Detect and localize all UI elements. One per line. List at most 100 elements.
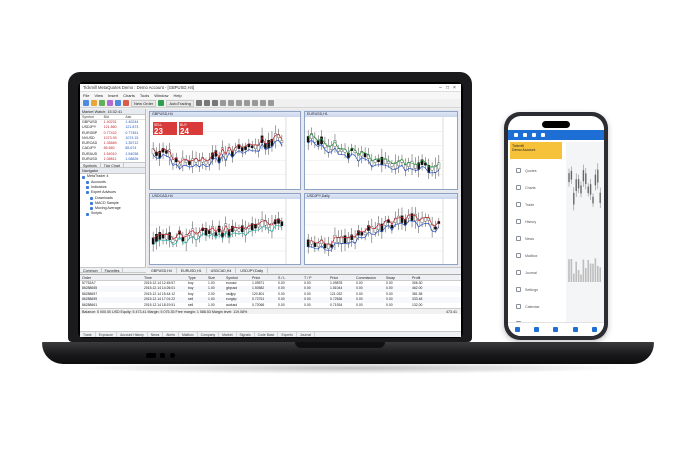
edit-icon[interactable] [532, 133, 536, 137]
menu-icon[interactable] [514, 133, 518, 137]
menu-tools[interactable]: Tools [140, 93, 149, 98]
metaeditor-icon[interactable] [158, 100, 165, 106]
chart-icon[interactable] [541, 133, 545, 137]
terminal-tab[interactable]: Signals [237, 332, 255, 337]
chart-window[interactable]: USDCAD,H4 [149, 193, 301, 265]
menu-charts[interactable]: Charts [123, 93, 135, 98]
col-ask[interactable]: Ask [123, 115, 145, 119]
settings-icon[interactable] [591, 327, 597, 332]
tab-common[interactable]: Common [80, 268, 102, 273]
mobile-menu-item[interactable]: Calendar [508, 298, 566, 315]
mobile-menu-item[interactable]: Journal [508, 264, 566, 281]
col-order[interactable]: Order [80, 275, 142, 280]
mobile-menu-item[interactable]: Charts [508, 179, 566, 196]
terminal-tab[interactable]: Mailbox [179, 332, 198, 337]
menu-view[interactable]: View [94, 93, 103, 98]
col-commission[interactable]: Commission [354, 275, 384, 280]
tab-tick-chart[interactable]: Tick Chart [101, 163, 125, 168]
templates-icon[interactable] [268, 100, 274, 106]
col-sl[interactable]: S / L [276, 275, 302, 280]
terminal-tab[interactable]: Market [219, 332, 237, 337]
terminal-panel: Order Time Type Size Symbol Price S / L … [80, 274, 461, 337]
order-row[interactable]: 86288661 2015.12.14 18:19:51 sell 1.00 audus… [80, 303, 461, 308]
mobile-menu-item[interactable]: Settings [508, 281, 566, 298]
mobile-chart-canvas[interactable] [566, 142, 604, 322]
history-icon[interactable] [572, 327, 578, 332]
mobile-menu-item[interactable]: Trade [508, 196, 566, 213]
col-type[interactable]: Type [186, 275, 206, 280]
terminal-tab[interactable]: Journal [297, 332, 316, 337]
tester-icon[interactable] [123, 100, 129, 106]
line-chart-icon[interactable] [212, 100, 218, 106]
col-symbol[interactable]: Symbol [224, 275, 250, 280]
new-chart-icon[interactable] [83, 100, 89, 106]
zoom-in-icon[interactable] [220, 100, 226, 106]
trade-icon[interactable] [553, 327, 559, 332]
mobile-menu-item[interactable]: News [508, 230, 566, 247]
zoom-out-icon[interactable] [228, 100, 234, 106]
terminal-tab[interactable]: Account History [117, 332, 148, 337]
periods-icon[interactable] [260, 100, 266, 106]
chart-tab[interactable]: USDJPY,Daily [236, 268, 269, 273]
indicators-icon[interactable] [252, 100, 258, 106]
col-bid[interactable]: Bid [102, 115, 124, 119]
menu-insert[interactable]: Insert [108, 93, 118, 98]
nav-item[interactable]: Scripts [80, 211, 145, 216]
market-watch-icon[interactable] [99, 100, 105, 106]
candle-body [424, 217, 427, 222]
profiles-icon[interactable] [91, 100, 97, 106]
folder-icon [90, 196, 93, 200]
charts-icon[interactable] [534, 327, 540, 332]
buy-button[interactable]: BUY 24 [179, 122, 203, 136]
quotes-icon[interactable] [515, 327, 521, 332]
account-card[interactable]: Tickmill Demo Account [510, 142, 562, 159]
chart-window[interactable]: GBPUSD,H4 SELL 23 BUY 24 [149, 111, 301, 190]
chart-tab[interactable]: EURUSD,H1 [177, 268, 207, 273]
tab-favorites[interactable]: Favorites [102, 268, 124, 273]
menu-file[interactable]: File [83, 93, 89, 98]
maximize-icon[interactable]: □ [444, 85, 451, 91]
chart-window[interactable]: USDJPY,Daily [304, 193, 458, 265]
menu-help[interactable]: Help [173, 93, 181, 98]
chart-window[interactable]: EURUSD,H1 [304, 111, 458, 190]
col-tp[interactable]: T / P [302, 275, 328, 280]
col-time[interactable]: Time [142, 275, 186, 280]
tile-windows-icon[interactable] [236, 100, 242, 106]
sell-button[interactable]: SELL 23 [153, 122, 177, 136]
candlestick-icon[interactable] [204, 100, 210, 106]
candle-body [337, 148, 340, 152]
chart-tab[interactable]: USDCAD,H4 [207, 268, 237, 273]
terminal-icon[interactable] [115, 100, 121, 106]
menu-window[interactable]: Window [154, 93, 168, 98]
mobile-menu-item[interactable]: Quotes [508, 162, 566, 179]
col-current-price[interactable]: Price [328, 275, 354, 280]
terminal-tab[interactable]: Trade [80, 332, 96, 337]
chart-canvas[interactable] [305, 117, 457, 189]
navigator-icon[interactable] [107, 100, 113, 106]
autoscroll-icon[interactable] [244, 100, 250, 106]
autotrading-button[interactable]: AutoTrading [166, 99, 194, 107]
col-size[interactable]: Size [206, 275, 224, 280]
terminal-tab[interactable]: Company [198, 332, 220, 337]
chart-canvas[interactable] [305, 199, 457, 264]
mobile-menu-item[interactable]: History [508, 213, 566, 230]
col-profit[interactable]: Profit [410, 275, 440, 280]
minimize-icon[interactable]: – [437, 85, 444, 91]
col-swap[interactable]: Swap [384, 275, 410, 280]
chart-tab[interactable]: GBPUSD,H4 [147, 268, 177, 273]
close-icon[interactable]: × [451, 85, 458, 91]
chart-canvas[interactable] [150, 199, 300, 264]
tab-symbols[interactable]: Symbols [80, 163, 101, 168]
terminal-tab[interactable]: Alerts [163, 332, 179, 337]
mobile-menu-item[interactable]: Mailbox [508, 247, 566, 264]
terminal-tab[interactable]: Code Base [255, 332, 279, 337]
col-symbol[interactable]: Symbol [80, 115, 102, 119]
terminal-tab[interactable]: Exposure [96, 332, 118, 337]
col-price[interactable]: Price [250, 275, 276, 280]
market-watch-row[interactable]: EURUSD 1.08811 1.08826 [80, 157, 145, 162]
add-icon[interactable] [523, 133, 527, 137]
bar-chart-icon[interactable] [196, 100, 202, 106]
terminal-tab[interactable]: Experts [278, 332, 297, 337]
new-order-button[interactable]: New Order [131, 99, 157, 107]
terminal-tab[interactable]: News [148, 332, 164, 337]
